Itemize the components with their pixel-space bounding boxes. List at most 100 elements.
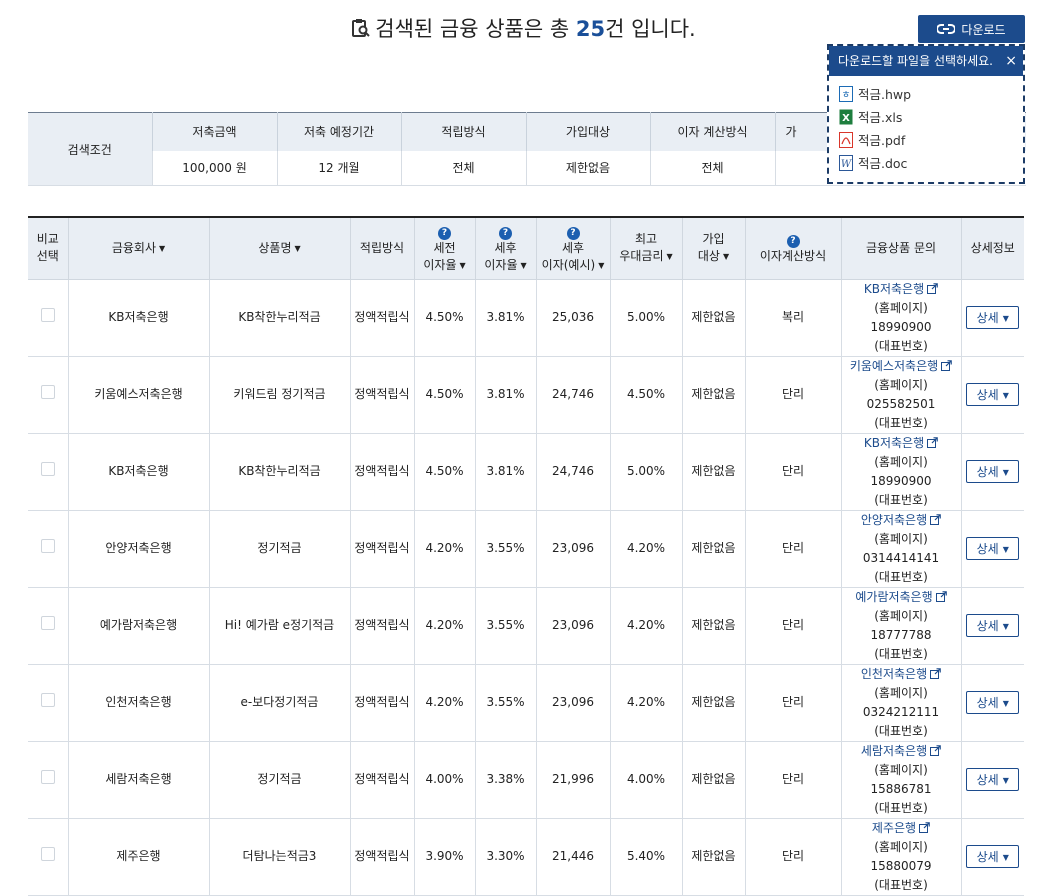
compare-checkbox[interactable] xyxy=(40,538,55,553)
homepage-link[interactable]: 안양저축은행 xyxy=(861,513,941,527)
product-cell: e-보다정기적금 xyxy=(208,664,350,742)
detail-button[interactable]: 상세 ▼ xyxy=(966,845,1020,868)
compare-checkbox[interactable] xyxy=(40,846,55,861)
bank-name: 안양저축은행 xyxy=(860,512,928,527)
condition-header: 이자 계산방식 xyxy=(649,112,775,151)
target-cell: 제한없음 xyxy=(681,587,745,665)
col-posttax-rate[interactable]: ? 세후 이자율 ▼ xyxy=(474,217,536,280)
company-cell: 예가람저축은행 xyxy=(67,587,209,665)
compare-checkbox[interactable] xyxy=(40,384,55,399)
posttax-amount-cell: 23,096 xyxy=(535,664,610,742)
target-cell: 제한없음 xyxy=(681,741,745,819)
download-button-label: 다운로드 xyxy=(961,22,1006,37)
download-file-hwp[interactable]: ㅎ 적금.hwp xyxy=(839,82,1023,105)
homepage-link[interactable]: 제주은행 xyxy=(872,821,930,835)
detail-button[interactable]: 상세 ▼ xyxy=(966,460,1020,483)
header-text: 적립방식 xyxy=(359,240,405,255)
header-text: 대상 xyxy=(697,249,720,264)
help-icon[interactable]: ? xyxy=(566,226,580,240)
condition-value: 전체 xyxy=(400,150,526,186)
target-cell: 제한없음 xyxy=(681,818,745,896)
download-file-xls[interactable]: X 적금.xls xyxy=(839,105,1023,128)
compare-checkbox[interactable] xyxy=(40,615,55,630)
homepage-label: (홈페이지) xyxy=(874,762,928,777)
detail-label: 상세 xyxy=(976,311,999,325)
col-target[interactable]: 가입 대상 ▼ xyxy=(681,217,745,280)
detail-button[interactable]: 상세 ▼ xyxy=(966,537,1020,560)
compare-checkbox[interactable] xyxy=(40,461,55,476)
bank-name: 제주은행 xyxy=(871,820,917,835)
sort-caret-icon: ▼ xyxy=(598,260,605,270)
homepage-link[interactable]: 인천저축은행 xyxy=(861,667,941,681)
compare-checkbox[interactable] xyxy=(40,307,55,322)
help-icon[interactable]: ? xyxy=(786,235,800,249)
detail-label: 상세 xyxy=(976,773,999,787)
calc-method-cell: 단리 xyxy=(744,587,841,665)
homepage-link[interactable]: KB저축은행 xyxy=(864,436,938,450)
download-file-pdf[interactable]: 적금.pdf xyxy=(839,128,1023,151)
col-company[interactable]: 금융회사 ▼ xyxy=(67,217,209,280)
col-pretax-rate[interactable]: ? 세전 이자율 ▼ xyxy=(413,217,475,280)
download-file-doc[interactable]: W 적금.doc xyxy=(839,151,1023,174)
max-rate-cell: 5.00% xyxy=(609,433,682,511)
help-icon[interactable]: ? xyxy=(499,226,512,240)
phone-label: (대표번호) xyxy=(874,338,928,353)
chevron-down-icon: ▼ xyxy=(1002,545,1009,554)
detail-label: 상세 xyxy=(976,696,999,710)
col-product[interactable]: 상품명 ▼ xyxy=(208,217,350,280)
sort-caret-icon: ▼ xyxy=(459,260,466,270)
sort-caret-icon: ▼ xyxy=(159,243,166,253)
homepage-link[interactable]: 예가람저축은행 xyxy=(855,590,947,604)
detail-button[interactable]: 상세 ▼ xyxy=(966,383,1020,406)
inquiry-cell: 인천저축은행 (홈페이지) 0324212111 (대표번호) xyxy=(840,664,961,742)
sort-caret-icon: ▼ xyxy=(722,252,730,262)
title-suffix: 건 입니다. xyxy=(605,17,696,41)
calc-method-cell: 단리 xyxy=(744,356,841,434)
svg-text:W: W xyxy=(841,159,852,170)
pretax-rate-cell: 4.20% xyxy=(413,664,475,742)
download-button[interactable]: 다운로드 xyxy=(918,15,1025,43)
condition-value: 전체 xyxy=(649,150,775,186)
download-popup: 다운로드할 파일을 선택하세요. × ㅎ 적금.hwp X 적금.xls 적금.… xyxy=(827,44,1025,184)
target-cell: 제한없음 xyxy=(681,510,745,588)
posttax-rate-cell: 3.38% xyxy=(474,741,536,819)
detail-button[interactable]: 상세 ▼ xyxy=(966,306,1020,329)
table-row: 제주은행 더탐나는적금3 정액적립식 3.90% 3.30% 21,446 5.40% 제한없… xyxy=(28,818,1024,896)
sort-caret-icon: ▼ xyxy=(666,252,673,262)
phone-label: (대표번호) xyxy=(874,800,928,815)
detail-button[interactable]: 상세 ▼ xyxy=(966,768,1020,791)
posttax-rate-cell: 3.55% xyxy=(474,664,536,742)
inquiry-cell: KB저축은행 (홈페이지) 18990900 (대표번호) xyxy=(840,433,961,511)
phone-number: 15880079 xyxy=(870,858,932,873)
close-icon[interactable]: × xyxy=(1005,46,1017,76)
company-cell: 키움예스저축은행 xyxy=(67,356,209,434)
pretax-rate-cell: 3.90% xyxy=(413,818,475,896)
condition-header: 적립방식 xyxy=(400,112,526,151)
help-icon[interactable]: ? xyxy=(438,226,451,240)
detail-cell: 상세 ▼ xyxy=(960,818,1024,896)
col-posttax-amount[interactable]: ? 세후 이자(예시) ▼ xyxy=(535,217,610,280)
homepage-link[interactable]: 세람저축은행 xyxy=(861,744,941,758)
inquiry-cell: 키움예스저축은행 (홈페이지) 025582501 (대표번호) xyxy=(840,356,961,434)
detail-button[interactable]: 상세 ▼ xyxy=(966,691,1020,714)
col-max-rate[interactable]: 최고 우대금리 ▼ xyxy=(609,217,682,280)
target-cell: 제한없음 xyxy=(681,356,745,434)
homepage-label: (홈페이지) xyxy=(874,685,928,700)
compare-checkbox[interactable] xyxy=(40,692,55,707)
company-cell: 인천저축은행 xyxy=(67,664,209,742)
chevron-down-icon: ▼ xyxy=(1002,314,1009,323)
product-cell: 더탐나는적금3 xyxy=(208,818,350,896)
detail-button[interactable]: 상세 ▼ xyxy=(966,614,1020,637)
bank-name: KB저축은행 xyxy=(863,435,925,450)
pretax-rate-cell: 4.20% xyxy=(413,587,475,665)
condition-value: 100,000 원 xyxy=(151,150,277,186)
compare-checkbox[interactable] xyxy=(40,769,55,784)
max-rate-cell: 4.20% xyxy=(609,510,682,588)
download-link-icon xyxy=(937,24,956,34)
phone-number: 0314414141 xyxy=(862,550,940,565)
homepage-link[interactable]: 키움예스저축은행 xyxy=(850,359,952,373)
homepage-link[interactable]: KB저축은행 xyxy=(864,282,938,296)
table-row: 예가람저축은행 Hi! 예가람 e정기적금 정액적립식 4.20% 3.55% 23,09… xyxy=(28,587,1024,665)
max-rate-cell: 4.20% xyxy=(609,587,682,665)
bank-name: 세람저축은행 xyxy=(860,743,928,758)
